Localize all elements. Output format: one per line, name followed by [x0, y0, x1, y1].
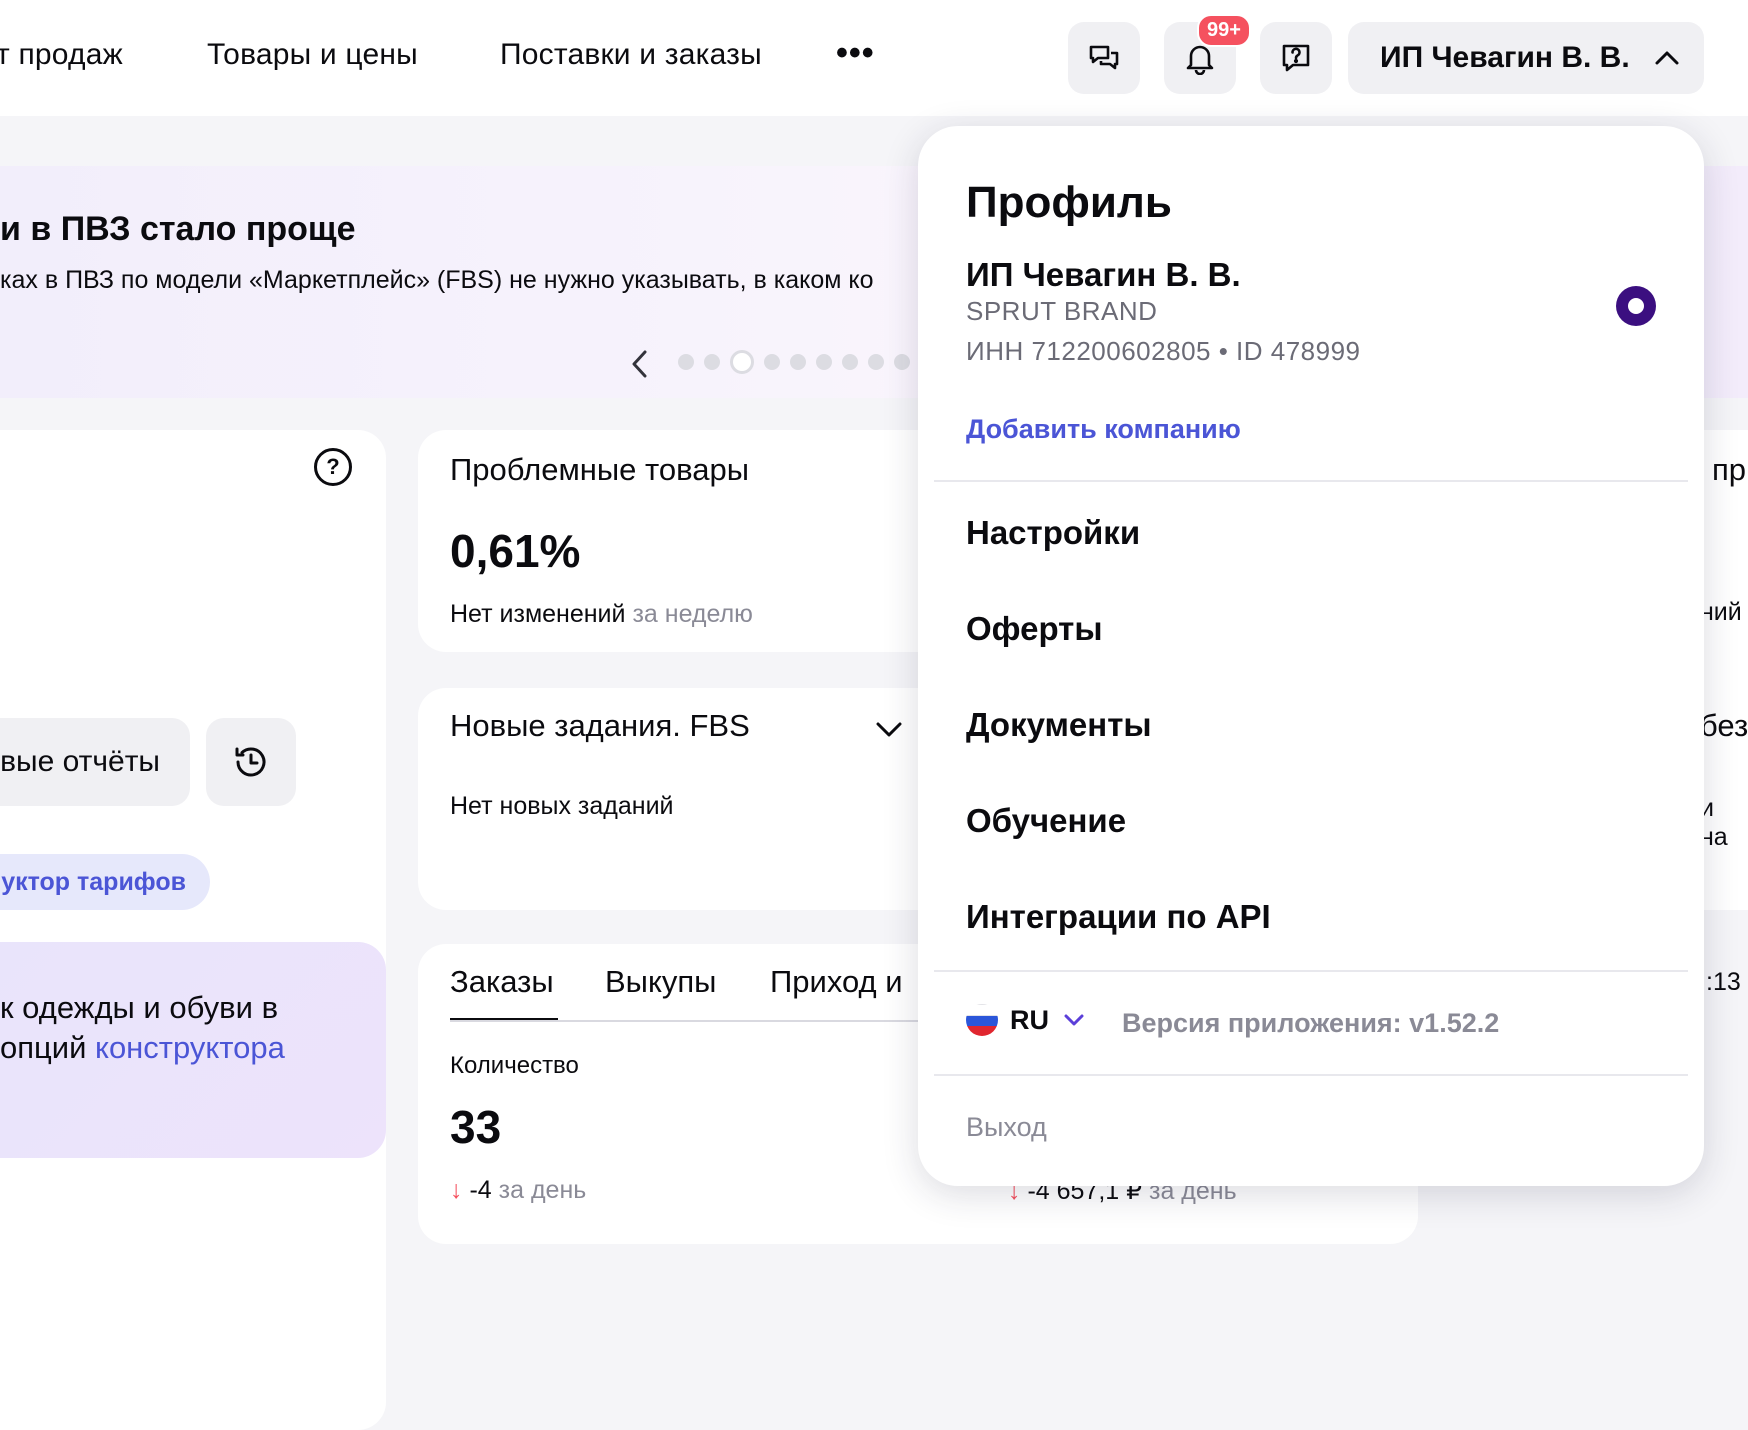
company-name: ИП Чевагин В. В.	[966, 256, 1241, 293]
problem-products-status: Нет изменений за неделю	[450, 600, 753, 629]
banner-title: и в ПВЗ стало проще	[0, 210, 356, 248]
chevron-up-icon	[1655, 51, 1679, 65]
right-text-5: :13	[1706, 968, 1741, 996]
nav-item-sales[interactable]: т продаж	[0, 38, 123, 72]
banner-dot[interactable]	[764, 354, 780, 370]
delta-period: за день	[498, 1176, 587, 1204]
tab-buyouts[interactable]: Выкупы	[605, 964, 716, 1000]
promo-line-2-text: опций	[0, 1030, 96, 1065]
chat-icon	[1089, 45, 1119, 70]
arrow-down-icon: ↓	[450, 1176, 463, 1204]
reports-label: вые отчёты	[0, 745, 160, 778]
constructor-link[interactable]: конструктора	[95, 1030, 285, 1065]
right-text-4: и на	[1700, 794, 1728, 851]
russia-flag-icon	[966, 1004, 998, 1036]
left-panel-card	[0, 430, 386, 1430]
chevron-left-icon[interactable]	[628, 348, 652, 380]
divider	[934, 1074, 1688, 1076]
notifications-badge: 99+	[1197, 14, 1251, 47]
company-brand: SPRUT BRAND	[966, 296, 1158, 326]
user-name: ИП Чевагин В. В.	[1380, 41, 1630, 74]
banner-dot[interactable]	[894, 354, 910, 370]
company-selected-radio[interactable]	[1616, 286, 1656, 326]
language-selector[interactable]: RU	[966, 1004, 1087, 1036]
banner-dot[interactable]	[704, 354, 720, 370]
menu-item-settings[interactable]: Настройки	[966, 514, 1140, 552]
support-button[interactable]	[1260, 22, 1332, 94]
user-menu-button[interactable]: ИП Чевагин В. В.	[1348, 22, 1704, 94]
profile-title: Профиль	[966, 178, 1172, 227]
menu-item-offers[interactable]: Оферты	[966, 610, 1103, 648]
promo-line-2: опций конструктора	[0, 1030, 285, 1066]
problem-products-title: Проблемные товары	[450, 452, 749, 487]
right-text-3: без	[1700, 708, 1748, 743]
chevron-down-icon[interactable]	[872, 712, 906, 746]
quantity-value: 33	[450, 1101, 502, 1153]
right-text-1: пр	[1712, 452, 1747, 487]
banner-dot[interactable]	[842, 354, 858, 370]
help-icon[interactable]: ?	[314, 448, 352, 486]
add-company-link[interactable]: Добавить компанию	[966, 414, 1241, 445]
fbs-tasks-title: Новые задания. FBS	[450, 708, 750, 743]
reports-button[interactable]: вые отчёты	[0, 718, 190, 806]
tariff-constructor-link[interactable]: уктор тарифов	[0, 854, 210, 910]
tariff-label: уктор тарифов	[1, 867, 186, 896]
nav-item-supplies-orders[interactable]: Поставки и заказы	[500, 38, 762, 72]
profile-dropdown: Профиль ИП Чевагин В. В. SPRUT BRAND ИНН…	[918, 126, 1704, 1186]
quantity-delta: ↓ -4 за день	[450, 1176, 586, 1205]
menu-item-learning[interactable]: Обучение	[966, 802, 1126, 840]
app-version: Версия приложения: v1.52.2	[1122, 1008, 1500, 1038]
menu-item-api[interactable]: Интеграции по API	[966, 898, 1271, 936]
period-text: за неделю	[632, 600, 753, 628]
fbs-tasks-status: Нет новых заданий	[450, 792, 674, 820]
language-label: RU	[1010, 1004, 1049, 1035]
chat-button[interactable]	[1068, 22, 1140, 94]
banner-dot[interactable]	[678, 354, 694, 370]
banner-dot[interactable]	[790, 354, 806, 370]
banner-dot[interactable]	[730, 350, 754, 374]
company-inn: ИНН 712200602805 • ID 478999	[966, 336, 1361, 366]
nav-item-products-prices[interactable]: Товары и цены	[207, 38, 418, 72]
chevron-down-icon	[1064, 1014, 1084, 1026]
banner-text: ках в ПВЗ по модели «Маркетплейс» (FBS) …	[0, 266, 874, 294]
divider	[934, 970, 1688, 972]
banner-dot[interactable]	[868, 354, 884, 370]
right-text-2: ний	[1700, 598, 1742, 626]
status-text: Нет изменений	[450, 600, 626, 628]
tab-orders[interactable]: Заказы	[450, 964, 554, 1000]
history-icon	[235, 747, 266, 777]
delta-value: -4	[469, 1176, 492, 1204]
menu-item-documents[interactable]: Документы	[966, 706, 1152, 744]
more-nav-button[interactable]: •••	[836, 34, 875, 73]
quantity-label: Количество	[450, 1052, 579, 1079]
banner-pagination	[678, 350, 910, 374]
divider	[934, 480, 1688, 482]
tabs-underline	[450, 1020, 920, 1022]
promo-line-1: к одежды и обуви в	[0, 990, 279, 1025]
history-button[interactable]	[206, 718, 296, 806]
banner-dot[interactable]	[816, 354, 832, 370]
support-icon	[1282, 44, 1310, 72]
logout-button[interactable]: Выход	[966, 1112, 1047, 1143]
problem-products-value: 0,61%	[450, 525, 581, 577]
tab-income[interactable]: Приход и	[770, 964, 903, 1000]
